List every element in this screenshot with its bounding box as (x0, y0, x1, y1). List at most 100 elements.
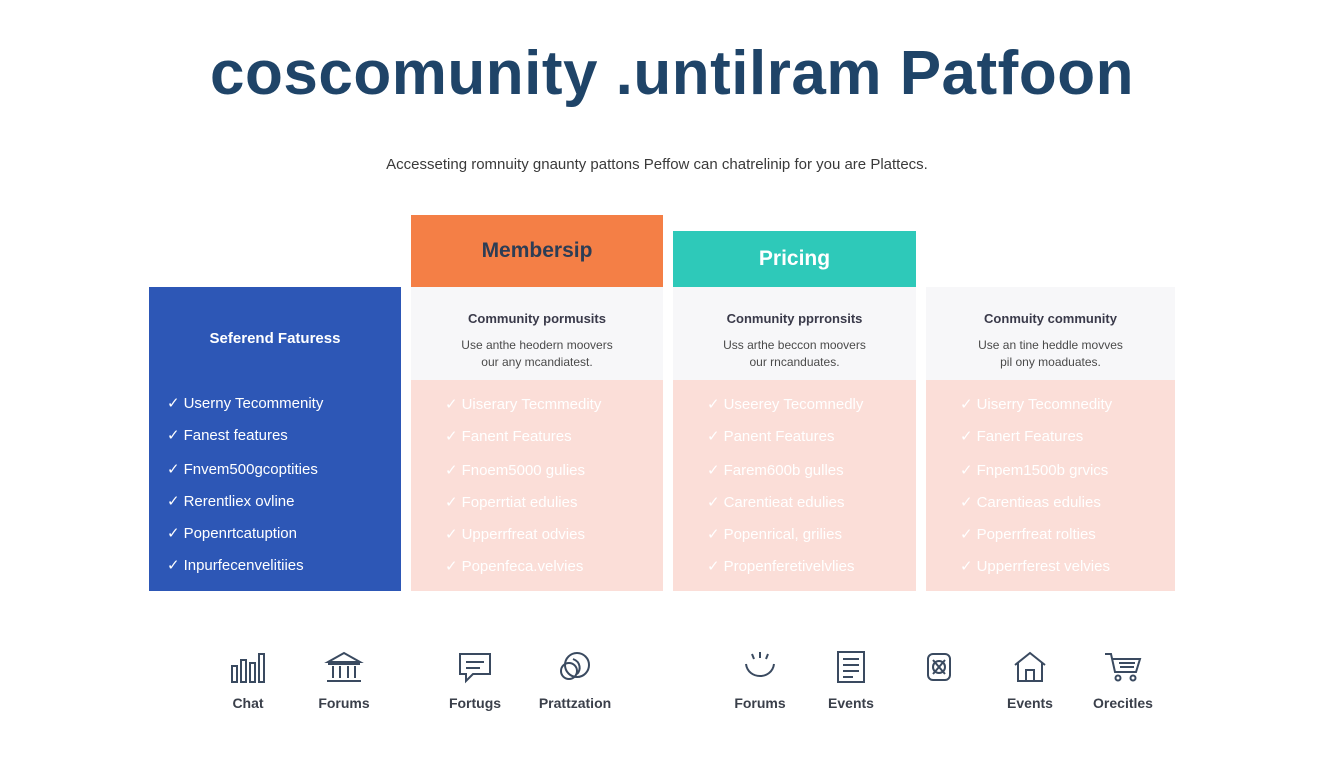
check-icon: ✓ (445, 428, 458, 445)
list-item-label: Rerentliex ovline (183, 493, 295, 510)
plan-features-list: ✓ Uiserary Tecmmedity ✓ Fanent Features ✓ F… (445, 395, 601, 589)
icon-item-forums[interactable]: Forums (289, 650, 399, 711)
plan-column-community[interactable]: Conmuity community Use an tine heddle mo… (926, 287, 1175, 591)
icon-item-fortugs[interactable]: Fortugs (420, 650, 530, 711)
check-icon: ✓ (960, 558, 973, 575)
page-subtitle: Accesseting romnuity gnaunty pattons Pef… (386, 156, 928, 173)
list-item: ✓ Farem600b gulles (707, 462, 844, 479)
list-item: ✓ Carentieat edulies (707, 494, 845, 511)
bar-chart-icon (231, 653, 265, 683)
check-icon: ✓ (707, 462, 720, 479)
list-item: ✓ Fanest features (167, 426, 323, 458)
check-icon: ✓ (707, 494, 720, 511)
membership-header-label: Membersip (481, 239, 593, 262)
check-icon: ✓ (445, 396, 458, 413)
check-icon: ✓ (960, 526, 973, 543)
list-item: ✓ Uiserary Tecmmedity (445, 396, 602, 413)
emblem-icon (927, 653, 951, 681)
check-icon: ✓ (707, 396, 720, 413)
list-item-label: Fnvem500gcoptities (183, 461, 318, 478)
list-item-label: Userny Tecommenity (183, 395, 324, 412)
membership-header[interactable]: Membersip (411, 215, 663, 287)
check-icon: ✓ (707, 526, 720, 543)
check-icon: ✓ (445, 494, 458, 511)
plan-column-membership[interactable]: Community pormusits Use anthe heodern mo… (411, 287, 663, 591)
list-item: ✓ Popenfeca.velvies (445, 558, 584, 575)
page-title: coscomunity .untilram Patfoon (210, 39, 1134, 108)
check-icon: ✓ (707, 558, 720, 575)
icon-item-prattzation[interactable]: Prattzation (520, 650, 630, 711)
document-icon (837, 651, 865, 683)
icon-item-orecitles[interactable]: Orecitles (1068, 650, 1178, 711)
plan-body: ✓ Uiserry Tecomnedity ✓ Fanert Features ✓ F… (926, 380, 1175, 591)
list-item-label: Fanest features (183, 427, 288, 444)
list-item: ✓ Upperrfreat odvies (445, 526, 585, 543)
plan-body: ✓ Uiserary Tecmmedity ✓ Fanent Features ✓ F… (411, 380, 663, 591)
plan-title: Conmuity community (984, 311, 1117, 326)
plan-header: Community pormusits Use anthe heodern mo… (411, 287, 663, 380)
check-icon: ✓ (167, 525, 180, 542)
list-item: ✓ Propenferetivelvlies (707, 558, 855, 575)
plan-features-list: ✓ Uiserry Tecomnedity ✓ Fanert Features ✓ F… (960, 395, 1112, 589)
plan-features-list: ✓ Useerey Tecomnedly ✓ Panent Features ✓ Fa… (707, 395, 863, 589)
list-item-label: Inpurfecenvelitiies (183, 557, 304, 574)
check-icon: ✓ (167, 395, 180, 412)
check-icon: ✓ (167, 493, 180, 510)
building-icon (324, 651, 364, 682)
smile-icon (745, 652, 775, 677)
plan-description: Use anthe heodern moovers our any mcandia… (461, 338, 613, 369)
list-item: ✓ Poperrfreat rolties (960, 526, 1096, 543)
list-item: ✓ Foperrtiat edulies (445, 494, 578, 511)
cart-icon (1105, 653, 1142, 682)
plan-title: Community pormusits (468, 311, 606, 326)
list-item: ✓ Fnvem500gcoptities (167, 460, 323, 492)
check-icon: ✓ (167, 427, 180, 444)
plan-body: ✓ Useerey Tecomnedly ✓ Panent Features ✓ Fa… (673, 380, 916, 591)
list-item: ✓ Fnpem1500b grvics (960, 462, 1109, 479)
list-item: ✓ Useerey Tecomnedly (707, 396, 864, 413)
list-item: ✓ Upperrferest velvies (960, 558, 1110, 575)
icon-label: Events (828, 695, 874, 711)
features-title: Seferend Faturess (209, 330, 341, 347)
list-item: ✓ Rerentliex ovline (167, 492, 323, 524)
list-item: ✓ Inpurfecenvelitiies (167, 556, 323, 588)
icon-label: Chat (232, 695, 264, 711)
features-list: ✓ Userny Tecommenity ✓ Fanest features ✓ Fn… (167, 394, 323, 588)
plan-description: Uss arthe beccon moovers our rncanduates. (723, 338, 866, 369)
pricing-header-label: Pricing (758, 247, 831, 270)
list-item: ✓ Fanert Features (960, 428, 1084, 445)
icon-label: Orecitles (1093, 695, 1153, 711)
check-icon: ✓ (960, 396, 973, 413)
chat-bubble-icon (459, 653, 491, 684)
check-icon: ✓ (707, 428, 720, 445)
house-icon (1014, 651, 1046, 682)
list-item: ✓ Carentieas edulies (960, 494, 1101, 511)
list-item: ✓ Popenrtcatuption (167, 524, 323, 556)
check-icon: ✓ (960, 462, 973, 479)
list-item: ✓ Uiserry Tecomnedity (960, 396, 1113, 413)
list-item: ✓ Panent Features (707, 428, 835, 445)
features-column: Seferend Faturess ✓ Userny Tecommenity ✓ F… (149, 287, 401, 591)
pricing-header[interactable]: Pricing (673, 231, 916, 287)
plan-column-pricing[interactable]: Conmunity pprronsits Uss arthe beccon mo… (673, 287, 916, 591)
icon-item-chat[interactable]: Chat (193, 650, 303, 711)
check-icon: ✓ (167, 557, 180, 574)
plan-title: Conmunity pprronsits (726, 311, 863, 326)
plan-header: Conmunity pprronsits Uss arthe beccon mo… (673, 287, 916, 380)
check-icon: ✓ (445, 526, 458, 543)
icon-label: Forums (318, 695, 370, 711)
check-icon: ✓ (960, 428, 973, 445)
plan-header: Conmuity community Use an tine heddle mo… (926, 287, 1175, 380)
check-icon: ✓ (445, 462, 458, 479)
check-icon: ✓ (445, 558, 458, 575)
list-item: ✓ Fanent Features (445, 428, 572, 445)
list-item: ✓ Fnoem5000 gulies (445, 462, 585, 479)
list-item: ✓ Popenrical, grilies (707, 526, 842, 543)
plan-description: Use an tine heddle movves pil ony moaduat… (978, 338, 1123, 369)
globe-icon (560, 652, 590, 680)
icon-label: Prattzation (538, 695, 612, 711)
icon-label: Fortugs (448, 695, 502, 711)
list-item: ✓ Userny Tecommenity (167, 394, 323, 426)
list-item-label: Popenrtcatuption (183, 525, 297, 542)
check-icon: ✓ (960, 494, 973, 511)
